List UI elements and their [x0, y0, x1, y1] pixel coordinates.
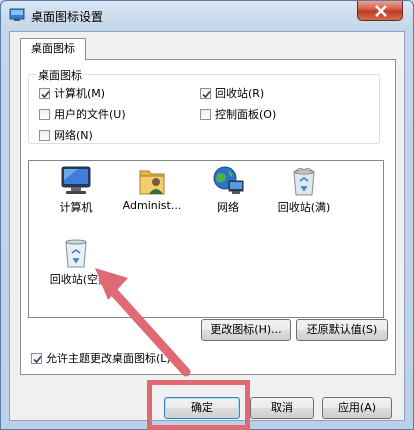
icon-label: 回收站(空): [49, 273, 103, 286]
check-icon: [202, 90, 211, 98]
checkbox-label: 用户的文件(U): [54, 108, 126, 121]
icon-item-computer[interactable]: 计算机: [39, 165, 113, 215]
checkbox-label: 回收站(R): [215, 87, 265, 100]
check-icon: [33, 355, 42, 363]
checkbox-user-files[interactable]: 用户的文件(U): [39, 106, 126, 122]
check-icon: [41, 90, 50, 98]
tab-desktop-icons[interactable]: 桌面图标: [20, 38, 86, 60]
checkbox-box[interactable]: [200, 87, 211, 99]
computer-icon: [61, 166, 91, 194]
icon-label: 计算机: [59, 201, 93, 214]
checkbox-box[interactable]: [200, 108, 211, 120]
close-icon: [375, 5, 387, 17]
icon-label: Administ...: [122, 199, 182, 212]
dialog-window: 桌面图标设置 桌面图标 桌面图标 计算机(M) 回收站(R) 用户的文件(U) …: [0, 0, 414, 430]
checkbox-box[interactable]: [39, 129, 50, 141]
window-title: 桌面图标设置: [31, 10, 104, 24]
icon-item-user-files[interactable]: Administ...: [115, 165, 189, 212]
dialog-client-area: 桌面图标 桌面图标 计算机(M) 回收站(R) 用户的文件(U) 控制面板(O)…: [9, 31, 405, 421]
checkbox-box[interactable]: [39, 108, 50, 120]
icon-list[interactable]: 计算机 Administ... 网络 回收站(满) 回收站(空): [28, 160, 384, 318]
icon-label: 回收站(满): [277, 201, 331, 214]
network-icon: [213, 166, 244, 194]
icon-item-recycle-bin-full[interactable]: 回收站(满): [267, 165, 341, 215]
checkbox-box[interactable]: [31, 352, 42, 364]
icon-item-recycle-bin-empty[interactable]: 回收站(空): [39, 237, 113, 287]
ok-button[interactable]: 确定: [164, 397, 240, 419]
icon-label: 网络: [217, 201, 239, 214]
checkbox-label: 计算机(M): [54, 87, 106, 100]
checkbox-label: 控制面板(O): [215, 108, 277, 121]
checkbox-network[interactable]: 网络(N): [39, 127, 93, 143]
title-bar[interactable]: 桌面图标设置: [1, 1, 413, 31]
checkbox-allow-theme[interactable]: 允许主题更改桌面图标(L): [31, 350, 171, 366]
change-icon-button[interactable]: 更改图标(H)...: [201, 319, 291, 341]
checkbox-recycle-bin[interactable]: 回收站(R): [200, 85, 264, 101]
checkbox-control-panel[interactable]: 控制面板(O): [200, 106, 276, 122]
recycle-bin-empty-icon: [65, 239, 87, 268]
desktop-settings-icon: [9, 8, 25, 21]
checkbox-computer[interactable]: 计算机(M): [39, 85, 105, 101]
user-folder-icon: [139, 170, 165, 195]
cancel-button[interactable]: 取消: [250, 397, 314, 419]
restore-default-button[interactable]: 还原默认值(S): [296, 319, 388, 341]
close-button[interactable]: [357, 1, 403, 21]
checkbox-box[interactable]: [39, 87, 50, 99]
group-label: 桌面图标: [36, 67, 84, 83]
checkbox-label: 网络(N): [54, 129, 93, 142]
checkbox-label: 允许主题更改桌面图标(L): [46, 352, 171, 365]
apply-button[interactable]: 应用(A): [322, 397, 392, 419]
icon-item-network[interactable]: 网络: [191, 165, 265, 215]
recycle-bin-full-icon: [293, 167, 315, 196]
